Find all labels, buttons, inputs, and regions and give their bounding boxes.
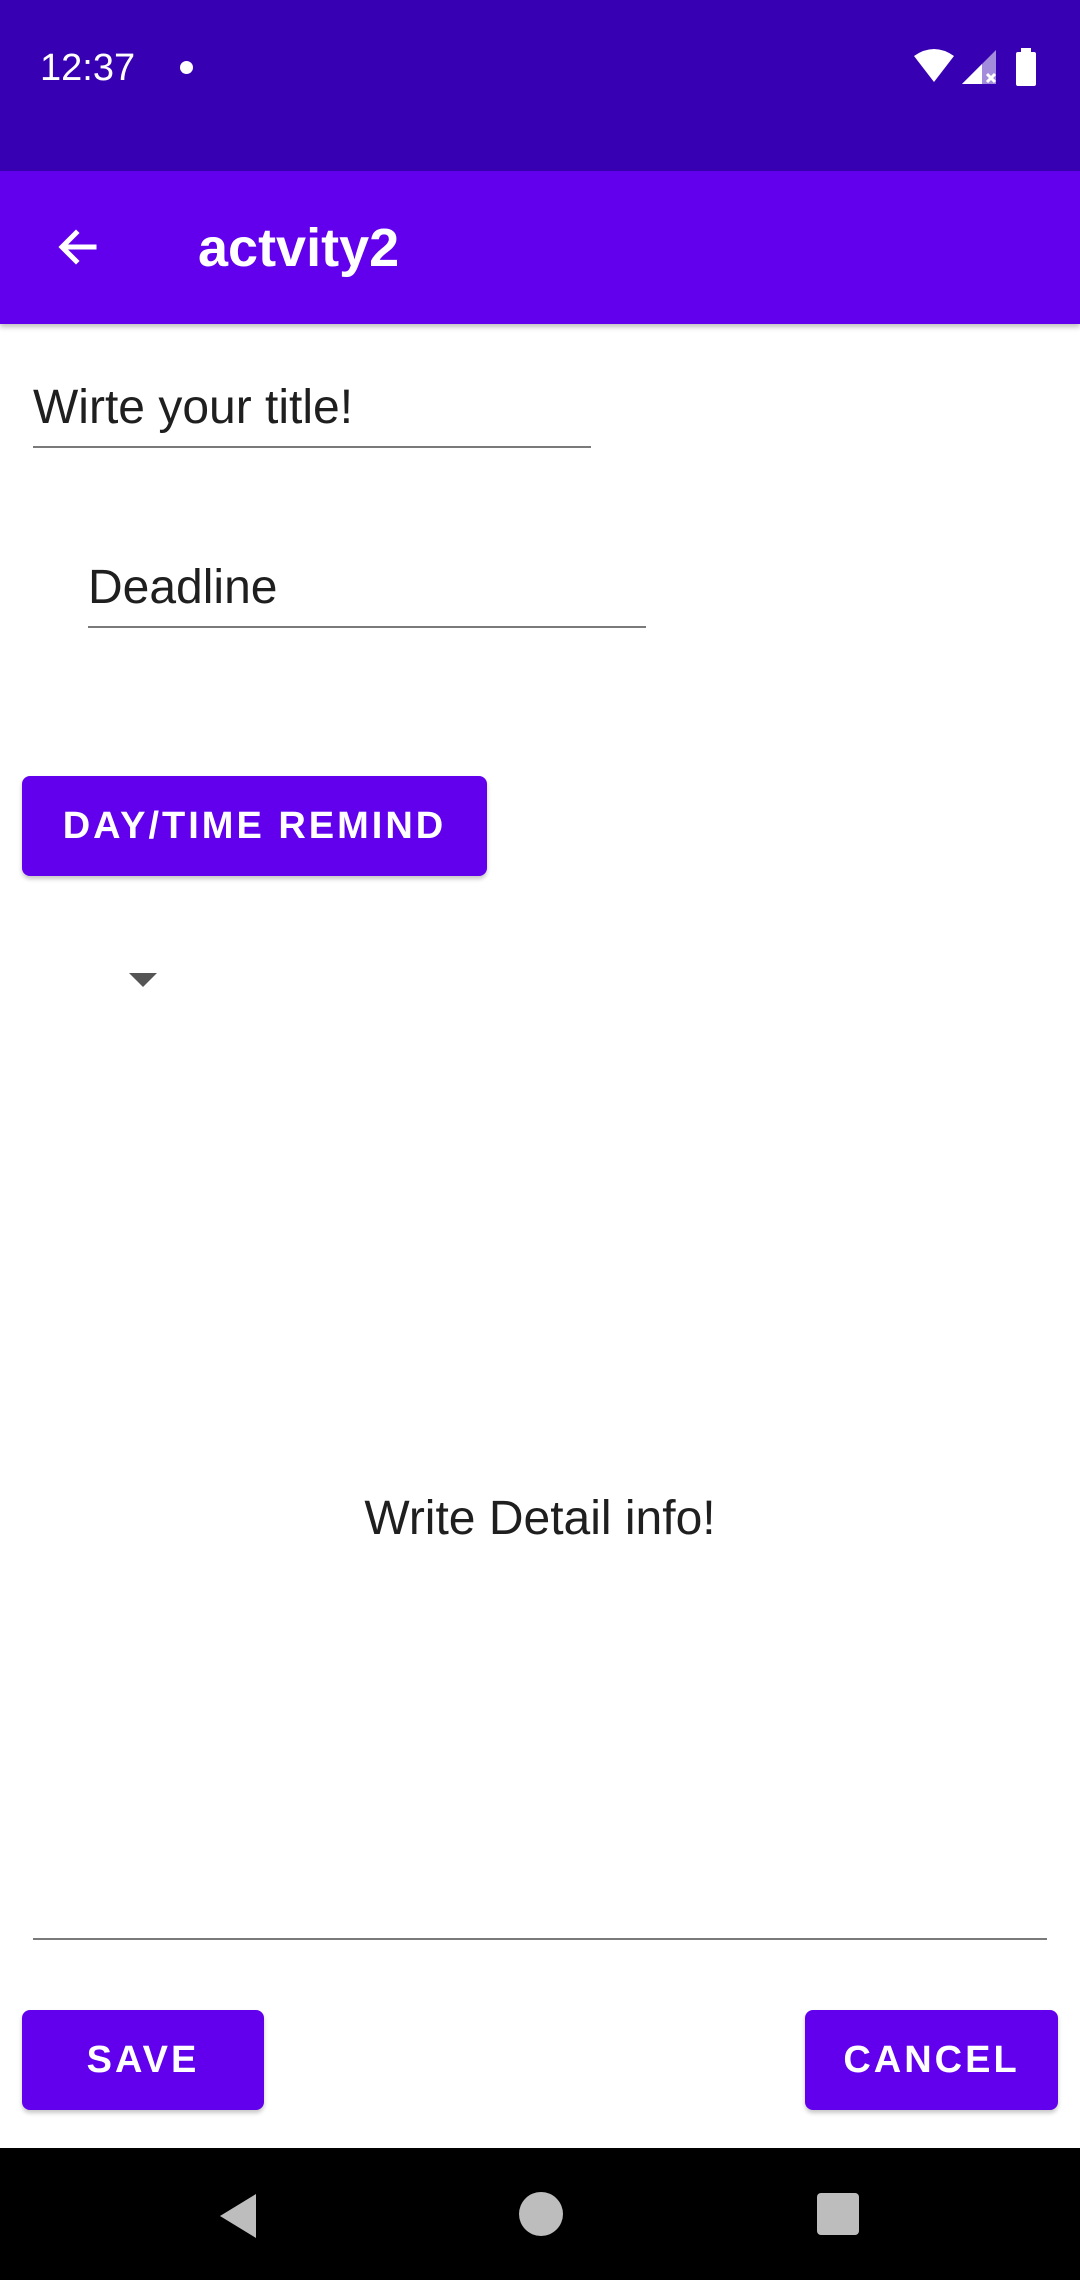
- arrow-back-icon: [58, 229, 97, 265]
- dropdown-arrow-icon: [129, 973, 157, 987]
- app-title: actvity2: [198, 218, 400, 278]
- signal-icon: [962, 50, 997, 84]
- deadline-input-text: Deadline: [88, 561, 278, 614]
- detail-input-text: Write Detail info!: [364, 1492, 716, 1545]
- status-bar: 12:37: [0, 0, 1080, 171]
- wifi-icon: [914, 49, 954, 82]
- deadline-input[interactable]: Deadline: [88, 558, 646, 628]
- nav-home-icon[interactable]: [519, 2192, 563, 2236]
- back-button[interactable]: [36, 205, 120, 289]
- title-input-text: Wirte your title!: [33, 381, 354, 434]
- status-time: 12:37: [40, 47, 136, 89]
- notification-dot-icon: [180, 61, 193, 74]
- navigation-bar: [0, 2148, 1080, 2280]
- battery-icon: [1016, 48, 1036, 86]
- title-input[interactable]: Wirte your title!: [33, 378, 591, 448]
- save-button[interactable]: SAVE: [22, 2010, 264, 2110]
- nav-recents-icon[interactable]: [817, 2193, 859, 2235]
- remind-spinner[interactable]: [110, 950, 176, 1010]
- cancel-button[interactable]: CANCEL: [805, 2010, 1058, 2110]
- status-icons: [912, 48, 1042, 88]
- day-time-remind-button[interactable]: DAY/TIME REMIND: [22, 776, 487, 876]
- detail-input[interactable]: Write Detail info!: [33, 1100, 1047, 1940]
- nav-back-icon[interactable]: [214, 2190, 266, 2242]
- app-bar: actvity2: [0, 171, 1080, 324]
